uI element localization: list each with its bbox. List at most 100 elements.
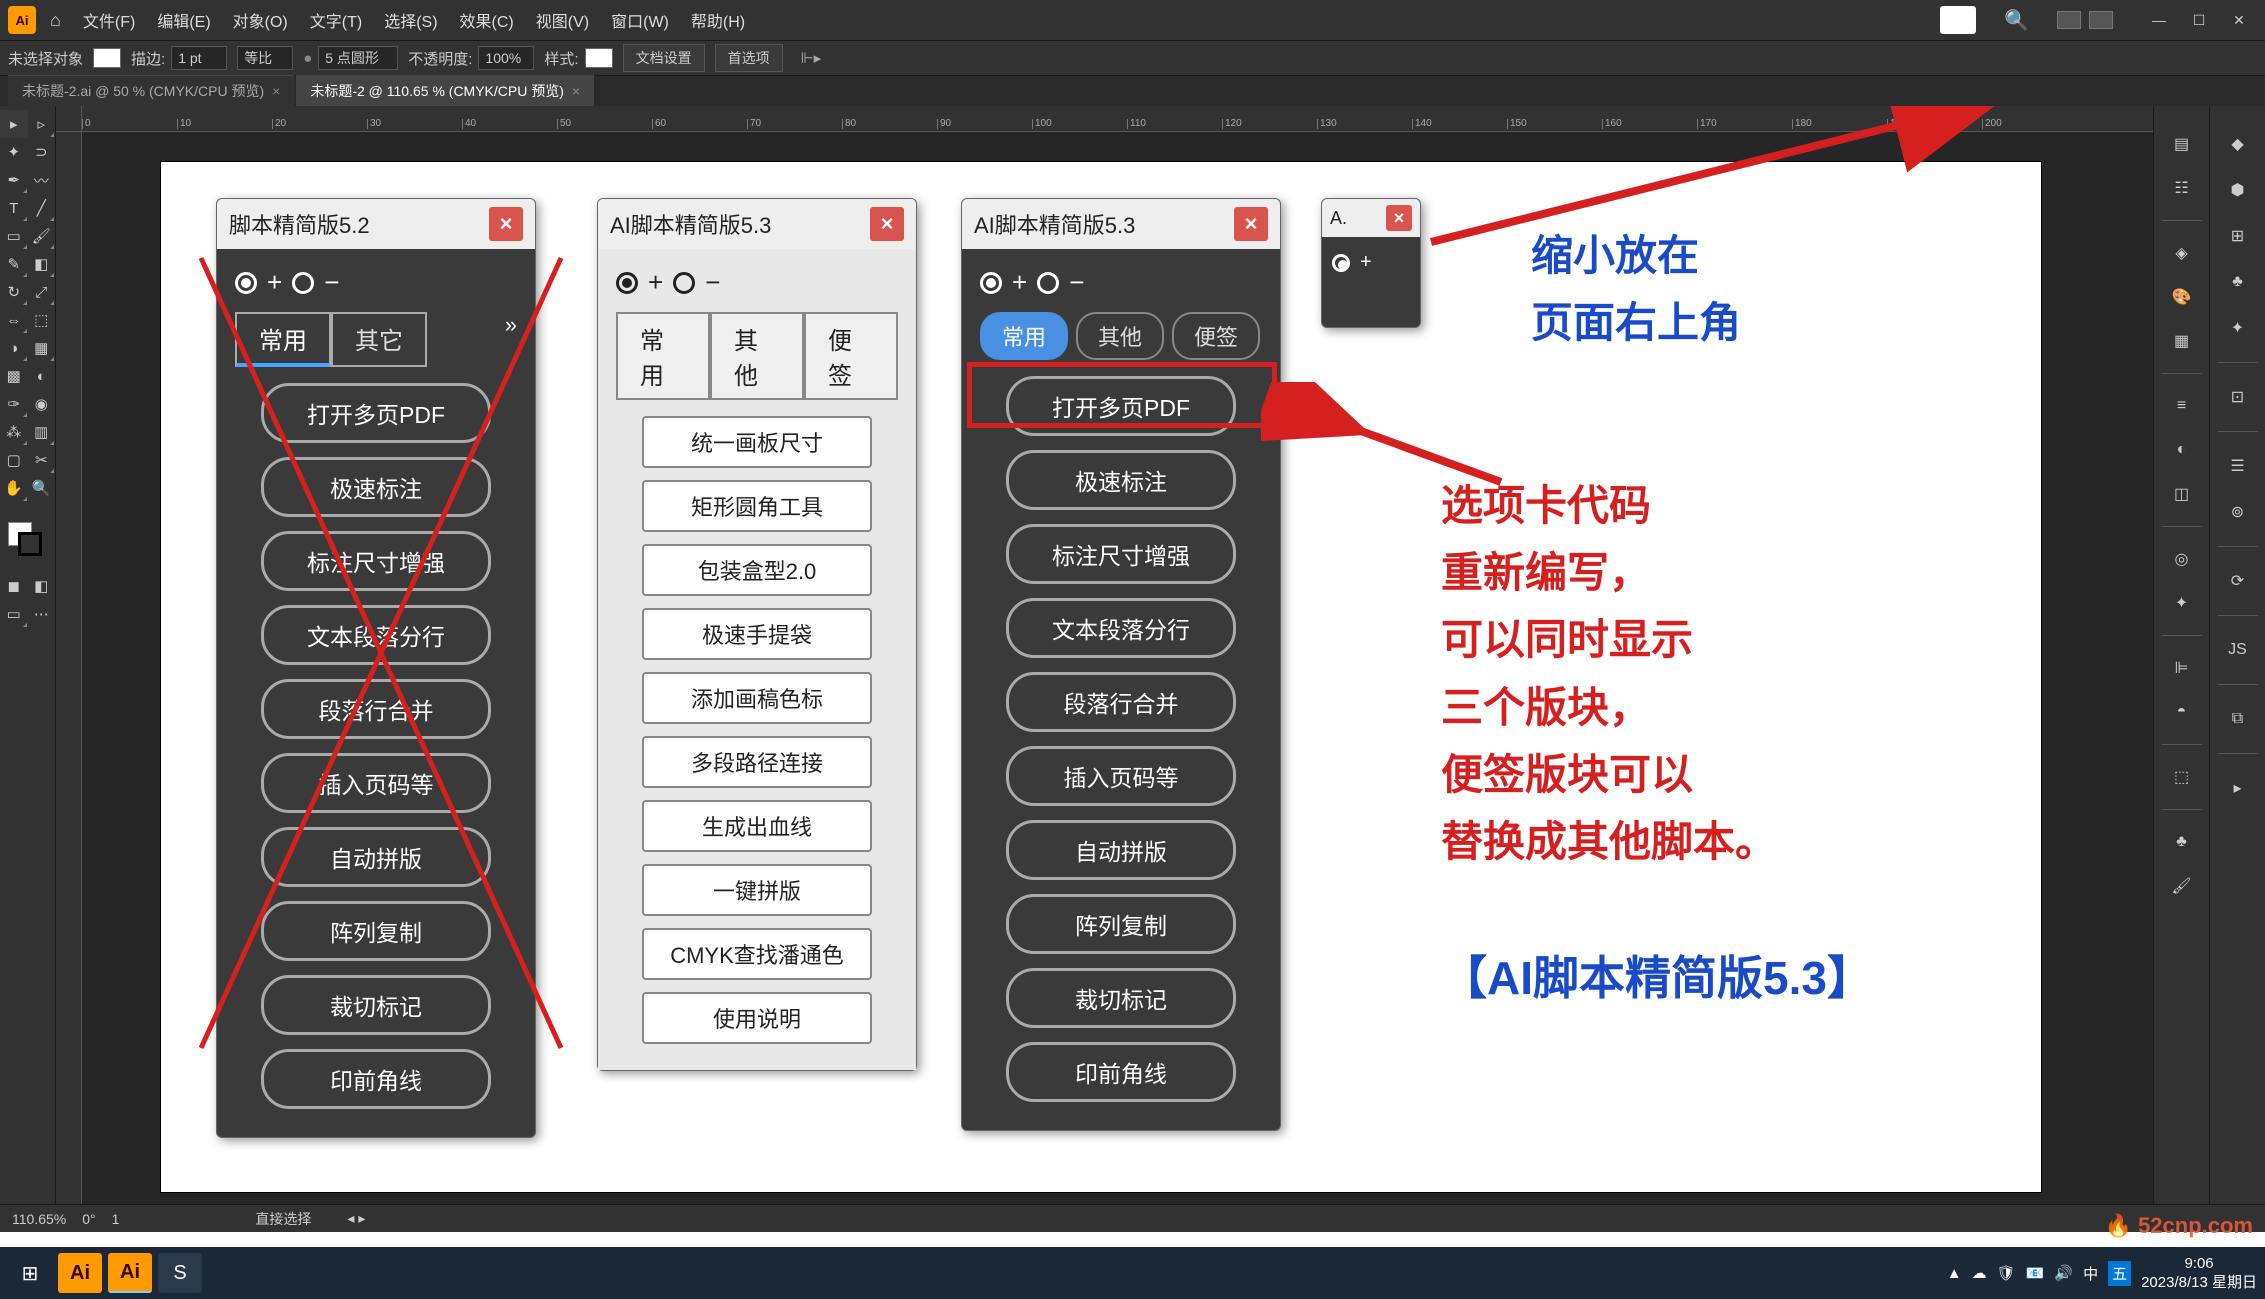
tab-other[interactable]: 其他 xyxy=(1076,312,1164,360)
edit-toolbar[interactable]: ⋯ xyxy=(28,600,56,628)
taskbar-illustrator[interactable]: Ai xyxy=(58,1253,102,1293)
extension-icon[interactable]: ◆ xyxy=(2220,126,2256,162)
extension-icon[interactable]: ⟳ xyxy=(2220,563,2256,599)
tray-icon[interactable]: ☁ xyxy=(1972,1264,1987,1282)
script-button[interactable]: 包装盒型2.0 xyxy=(642,544,872,596)
screen-mode[interactable]: ▭ xyxy=(0,600,28,628)
extension-icon[interactable]: JS xyxy=(2220,632,2256,668)
panel-close-button[interactable]: × xyxy=(1234,207,1268,241)
panel-close-button[interactable]: × xyxy=(870,207,904,241)
radio-option[interactable] xyxy=(235,272,257,294)
script-button[interactable]: CMYK查找潘通色 xyxy=(642,928,872,980)
tab-other[interactable]: 其他 xyxy=(710,312,804,400)
script-button[interactable]: 阵列复制 xyxy=(1006,894,1236,954)
libraries-icon[interactable]: ◈ xyxy=(2164,235,2200,271)
radio-option[interactable] xyxy=(1332,254,1350,272)
arrange-icon[interactable] xyxy=(2057,11,2081,29)
close-icon[interactable]: × xyxy=(572,83,580,99)
extension-icon[interactable]: ▸ xyxy=(2220,770,2256,806)
magic-wand-tool[interactable]: ✦ xyxy=(0,138,28,166)
blend-tool[interactable]: ◉ xyxy=(28,390,56,418)
tray-icon[interactable]: 🛡 xyxy=(1997,1264,2016,1282)
gradient-tool[interactable]: ◐ xyxy=(28,362,56,390)
mesh-tool[interactable]: ▩ xyxy=(0,362,28,390)
fill-stroke-control[interactable] xyxy=(0,514,55,562)
align-panel-icon[interactable]: ⊫ xyxy=(2164,650,2200,686)
script-button[interactable]: 印前角线 xyxy=(261,1049,491,1109)
properties-icon[interactable]: ▤ xyxy=(2164,126,2200,162)
radio-option[interactable] xyxy=(616,272,638,294)
width-tool[interactable]: ⇔ xyxy=(0,306,28,334)
shape-builder-tool[interactable]: ◑ xyxy=(0,334,28,362)
workspace-icon[interactable] xyxy=(2089,11,2113,29)
script-button[interactable]: 使用说明 xyxy=(642,992,872,1044)
selection-tool[interactable]: ▸ xyxy=(0,110,28,138)
free-transform-tool[interactable]: ⬚ xyxy=(28,306,56,334)
stroke-icon[interactable]: ≡ xyxy=(2164,388,2200,424)
symbols-icon[interactable]: ♣ xyxy=(2164,824,2200,860)
menu-effect[interactable]: 效果(C) xyxy=(452,4,522,36)
extension-icon[interactable]: ♣ xyxy=(2220,264,2256,300)
extension-icon[interactable]: ☰ xyxy=(2220,448,2256,484)
ruler-vertical[interactable] xyxy=(56,132,82,1204)
fill-swatch[interactable] xyxy=(93,48,121,68)
extension-icon[interactable]: ⬢ xyxy=(2220,172,2256,208)
direct-selection-tool[interactable]: ▹ xyxy=(28,110,56,138)
search-input-mini[interactable] xyxy=(1940,6,1976,34)
radio-option[interactable] xyxy=(980,272,1002,294)
paintbrush-tool[interactable]: 🖌 xyxy=(28,222,56,250)
taskbar-app[interactable]: S xyxy=(158,1253,202,1293)
script-button[interactable]: 极速标注 xyxy=(261,457,491,517)
expand-icon[interactable]: » xyxy=(505,312,517,367)
script-button[interactable]: 极速标注 xyxy=(1006,450,1236,510)
gradient-panel-icon[interactable]: ◐ xyxy=(2164,432,2200,468)
uniform-input[interactable] xyxy=(237,46,293,70)
shaper-tool[interactable]: ✎ xyxy=(0,250,28,278)
script-button[interactable]: 极速手提袋 xyxy=(642,608,872,660)
stroke-weight-input[interactable] xyxy=(171,46,227,70)
radio-option[interactable] xyxy=(1037,272,1059,294)
line-tool[interactable]: ╱ xyxy=(28,194,56,222)
brush-input[interactable] xyxy=(318,46,398,70)
doc-tab-1[interactable]: 未标题-2.ai @ 50 % (CMYK/CPU 预览)× xyxy=(8,75,294,106)
menu-edit[interactable]: 编辑(E) xyxy=(149,4,218,36)
zoom-tool[interactable]: 🔍 xyxy=(28,474,56,502)
script-button[interactable]: 插入页码等 xyxy=(1006,746,1236,806)
curvature-tool[interactable]: 〰 xyxy=(28,166,56,194)
gradient-mode[interactable]: ◧ xyxy=(28,572,56,600)
symbol-sprayer-tool[interactable]: ⁂ xyxy=(0,418,28,446)
script-button[interactable]: 裁切标记 xyxy=(261,975,491,1035)
radio-option[interactable] xyxy=(292,272,314,294)
script-button[interactable]: 矩形圆角工具 xyxy=(642,480,872,532)
menu-help[interactable]: 帮助(H) xyxy=(683,4,753,36)
tray-icon[interactable]: ▲ xyxy=(1947,1265,1962,1282)
script-button[interactable]: 标注尺寸增强 xyxy=(1006,524,1236,584)
maximize-button[interactable]: ☐ xyxy=(2181,6,2217,34)
tab-notes[interactable]: 便签 xyxy=(1172,312,1260,360)
type-tool[interactable]: T xyxy=(0,194,28,222)
script-button[interactable]: 阵列复制 xyxy=(261,901,491,961)
script-button[interactable]: 打开多页PDF xyxy=(261,383,491,443)
eraser-tool[interactable]: ◧ xyxy=(28,250,56,278)
zoom-level[interactable]: 110.65% xyxy=(12,1211,66,1227)
tab-common[interactable]: 常用 xyxy=(980,312,1068,360)
artboard-tool[interactable]: ▢ xyxy=(0,446,28,474)
script-button[interactable]: 添加画稿色标 xyxy=(642,672,872,724)
rotate-angle[interactable]: 0° xyxy=(82,1211,95,1227)
style-swatch[interactable] xyxy=(585,48,613,68)
menu-type[interactable]: 文字(T) xyxy=(302,4,370,36)
doc-setup-button[interactable]: 文档设置 xyxy=(623,44,705,72)
slice-tool[interactable]: ✂ xyxy=(28,446,56,474)
tray-icon[interactable]: 📧 xyxy=(2026,1264,2045,1282)
radio-option[interactable] xyxy=(673,272,695,294)
menu-object[interactable]: 对象(O) xyxy=(225,4,296,36)
search-icon[interactable]: 🔍 xyxy=(1988,8,2045,33)
taskbar-illustrator-active[interactable]: Ai xyxy=(108,1253,152,1293)
perspective-tool[interactable]: ▦ xyxy=(28,334,56,362)
ruler-horizontal[interactable]: 0102030405060708090100110120130140150160… xyxy=(82,106,2153,132)
script-button[interactable]: 统一画板尺寸 xyxy=(642,416,872,468)
script-button[interactable]: 生成出血线 xyxy=(642,800,872,852)
prefs-button[interactable]: 首选项 xyxy=(715,44,783,72)
panel-close-button[interactable]: × xyxy=(489,207,523,241)
extension-icon[interactable]: ⧉ xyxy=(2220,701,2256,737)
